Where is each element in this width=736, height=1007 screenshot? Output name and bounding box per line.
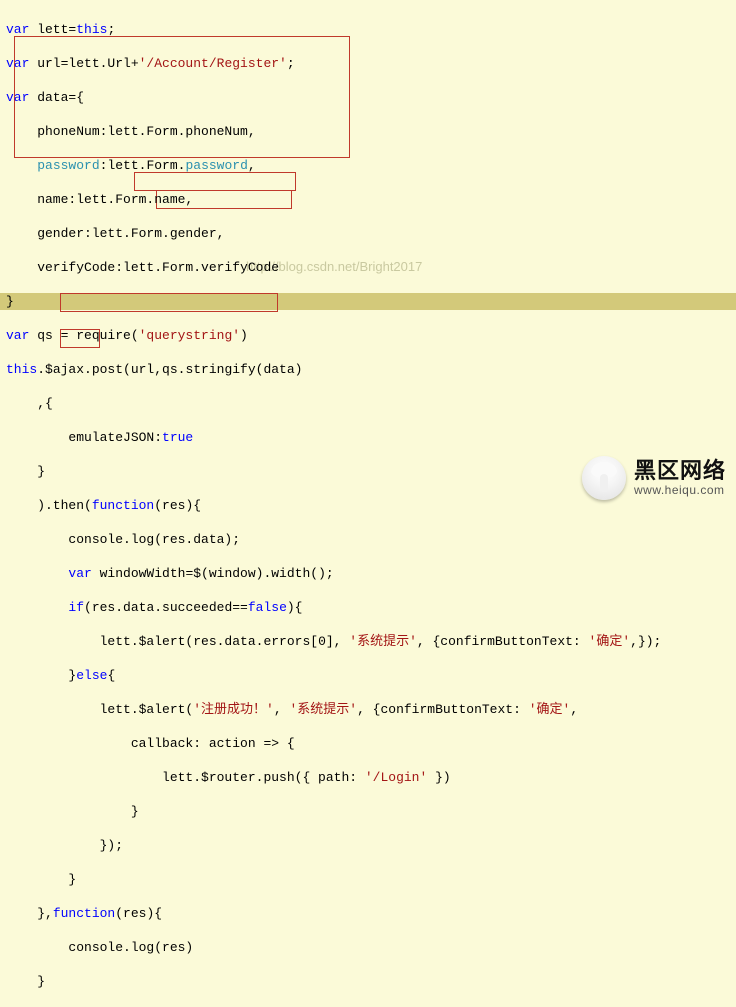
code-line: var lett=this; — [6, 21, 736, 38]
code-line: } — [6, 803, 736, 820]
mushroom-icon — [582, 456, 626, 500]
code-line: this.$ajax.post(url,qs.stringify(data) — [6, 361, 736, 378]
logo-en: www.heiqu.com — [634, 484, 726, 497]
logo-cn: 黑区网络 — [634, 459, 726, 483]
code-line: callback: action => { — [6, 735, 736, 752]
code-line: emulateJSON:true — [6, 429, 736, 446]
code-line: var windowWidth=$(window).width(); — [6, 565, 736, 582]
site-logo: 黑区网络 www.heiqu.com — [582, 456, 726, 500]
code-line: gender:lett.Form.gender, — [6, 225, 736, 242]
code-line: password:lett.Form.password, — [6, 157, 736, 174]
code-line: }); — [6, 837, 736, 854]
code-line: lett.$router.push({ path: '/Login' }) — [6, 769, 736, 786]
code-line: phoneNum:lett.Form.phoneNum, — [6, 123, 736, 140]
code-line: name:lett.Form.name, — [6, 191, 736, 208]
code-line: lett.$alert('注册成功！', '系统提示', {confirmBut… — [6, 701, 736, 718]
code-line: var data={ — [6, 89, 736, 106]
code-line: if(res.data.succeeded==false){ — [6, 599, 736, 616]
logo-text: 黑区网络 www.heiqu.com — [634, 459, 726, 496]
code-line: ,{ — [6, 395, 736, 412]
code-line: verifyCode:lett.Form.verifyCode — [6, 259, 736, 276]
code-line: console.log(res.data); — [6, 531, 736, 548]
code-line: } — [6, 871, 736, 888]
code-line: },function(res){ — [6, 905, 736, 922]
code-block: var lett=this; var url=lett.Url+'/Accoun… — [0, 0, 736, 1007]
code-line: lett.$alert(res.data.errors[0], '系统提示', … — [6, 633, 736, 650]
code-line: } — [6, 973, 736, 990]
code-line: console.log(res) — [6, 939, 736, 956]
code-line: }else{ — [6, 667, 736, 684]
code-line: var url=lett.Url+'/Account/Register'; — [6, 55, 736, 72]
code-line: var qs = require('querystring') — [6, 327, 736, 344]
code-line: } — [6, 293, 736, 310]
